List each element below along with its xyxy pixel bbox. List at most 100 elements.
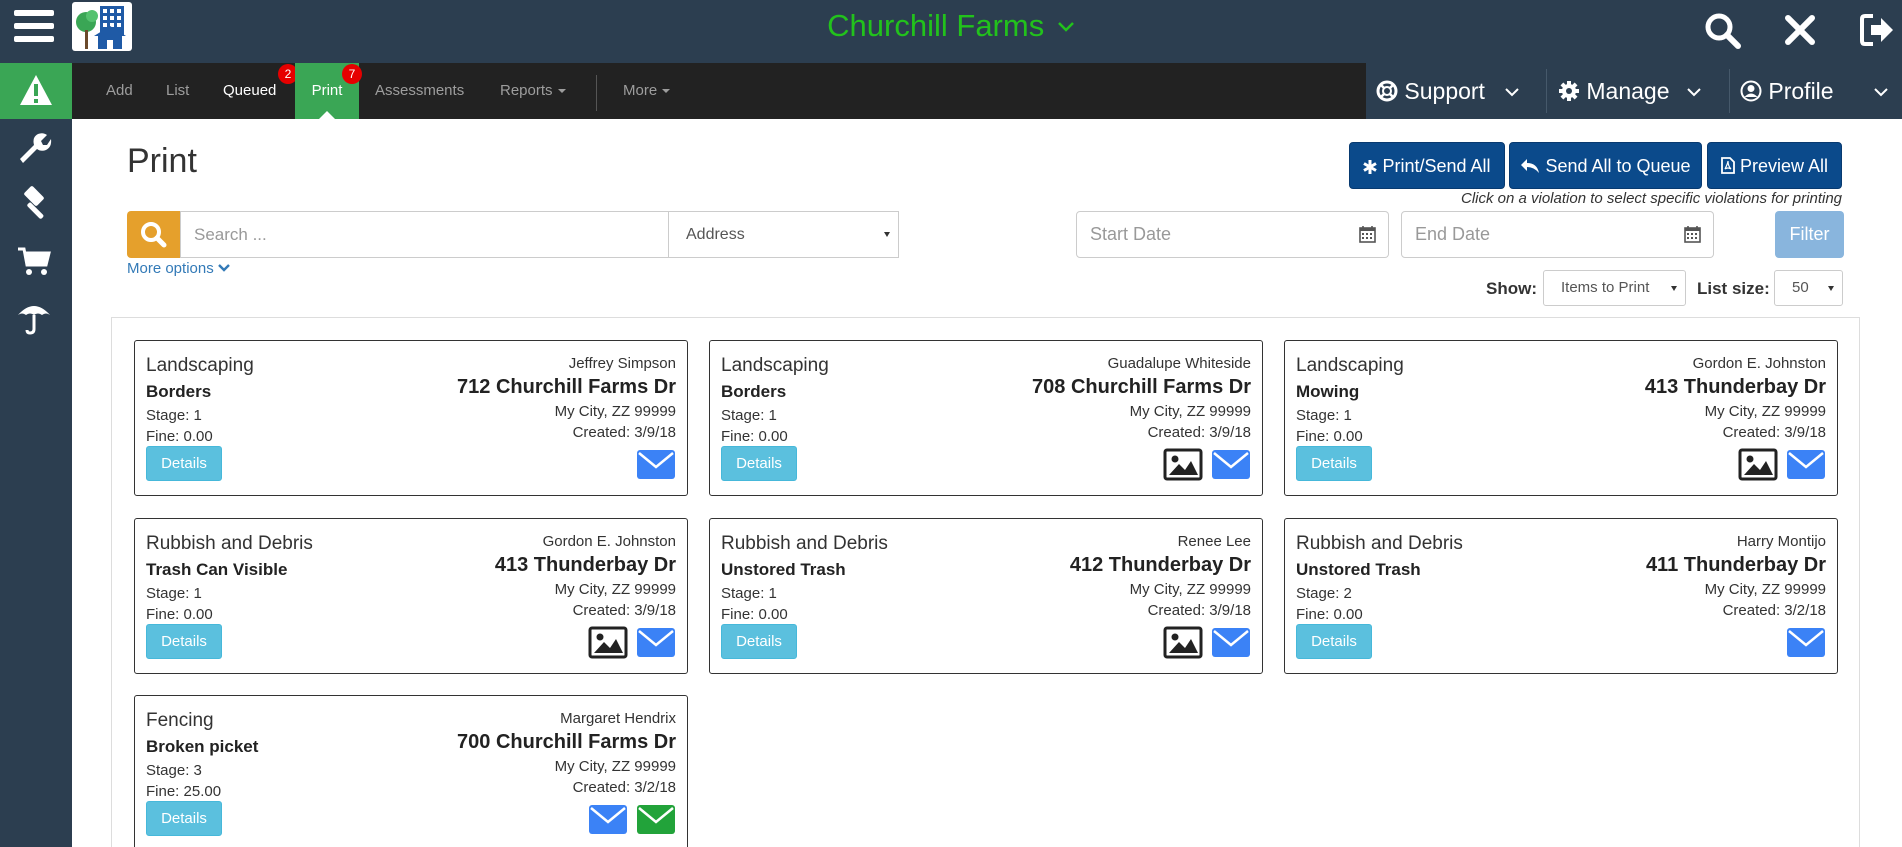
owner-name: Gordon E. Johnston [1692,355,1826,372]
image-icon[interactable] [1738,447,1778,482]
nav-more-label: More [623,82,658,99]
page-title: Print [127,142,197,180]
property-city: My City, ZZ 99999 [1129,403,1251,420]
nav-separator [1546,69,1547,113]
email-icon[interactable] [1786,447,1826,482]
top-bar: Churchill Farms [0,0,1902,63]
violation-type: Borders [146,382,212,401]
violation-stage: Stage: 1 [146,407,202,424]
email-icon[interactable] [636,625,676,660]
chevron-down-icon [218,264,230,272]
details-button[interactable]: Details [146,801,222,836]
email-icon[interactable] [588,802,628,837]
profile-menu[interactable]: Profile [1740,63,1834,119]
end-date-input[interactable] [1401,211,1671,258]
violation-fine: Fine: 0.00 [146,606,213,623]
sidebar [0,63,72,847]
search-button[interactable] [127,211,180,258]
violation-type: Mowing [1296,382,1360,401]
sidebar-item-violations[interactable] [0,63,72,119]
nav-separator [1729,69,1730,113]
nav-reports[interactable]: Reports [500,63,566,119]
community-name: Churchill Farms [827,8,1045,43]
details-button[interactable]: Details [146,446,222,481]
list-size-select[interactable]: 50 [1774,270,1843,306]
card-actions [636,447,676,482]
filter-button[interactable]: Filter [1775,211,1844,258]
email-icon[interactable] [636,447,676,482]
violation-fine: Fine: 0.00 [1296,606,1363,623]
nav-list[interactable]: List [166,63,189,119]
gavel-icon[interactable] [16,185,52,221]
print-send-all-button[interactable]: Print/Send All [1349,142,1505,189]
details-button[interactable]: Details [721,446,797,481]
chevron-down-icon[interactable] [1873,84,1889,100]
community-selector[interactable]: Churchill Farms [827,8,1075,43]
owner-name: Guadalupe Whiteside [1107,355,1251,372]
wrench-icon[interactable] [16,129,52,165]
hamburger-menu-icon[interactable] [14,10,54,50]
email-green-icon[interactable] [636,802,676,837]
violation-card[interactable]: Landscaping Borders Stage: 1 Fine: 0.00 Jeff… [134,340,688,496]
calendar-icon [1359,226,1376,243]
property-address: 413 Thunderbay Dr [1644,376,1826,398]
violation-category: Landscaping [721,355,829,376]
details-button[interactable]: Details [1296,624,1372,659]
nav-queued[interactable]: Queued [223,63,276,119]
image-icon[interactable] [1163,625,1203,660]
violation-card[interactable]: Rubbish and Debris Unstored Trash Stage: 2… [1284,518,1838,674]
nav-add[interactable]: Add [106,63,133,119]
violation-category: Rubbish and Debris [146,533,313,554]
logo[interactable] [72,2,132,51]
search-input[interactable] [180,211,669,258]
end-date-calendar-button[interactable] [1670,211,1714,258]
violation-stage: Stage: 3 [146,762,202,779]
manage-menu[interactable]: Manage [1558,63,1670,119]
cart-icon[interactable] [16,243,52,279]
violation-card[interactable]: Landscaping Borders Stage: 1 Fine: 0.00 Guad… [709,340,1263,496]
nav-reports-label: Reports [500,82,553,99]
list-size-label: List size: [1697,279,1770,298]
chevron-down-icon[interactable] [1686,84,1702,100]
email-icon[interactable] [1211,625,1251,660]
preview-all-button[interactable]: Preview All [1707,142,1842,189]
image-icon[interactable] [588,625,628,660]
details-button[interactable]: Details [146,624,222,659]
violation-card[interactable]: Landscaping Mowing Stage: 1 Fine: 0.00 Gordo… [1284,340,1838,496]
show-label: Show: [1486,279,1537,298]
image-icon[interactable] [1163,447,1203,482]
support-menu[interactable]: Support [1376,63,1485,119]
start-date-input[interactable] [1076,211,1346,258]
print-count-badge: 7 [342,64,362,84]
more-options-link[interactable]: More options [127,260,230,277]
violation-type: Broken picket [146,737,259,756]
chevron-down-icon[interactable] [1504,84,1520,100]
close-icon[interactable] [1780,10,1820,50]
card-actions [588,625,676,660]
reply-all-icon [1521,159,1540,173]
search-icon[interactable] [1702,10,1742,50]
show-select[interactable]: Items to Print [1543,270,1686,306]
search-field-select[interactable]: Address [668,211,899,258]
email-icon[interactable] [1211,447,1251,482]
details-button[interactable]: Details [721,624,797,659]
start-date-calendar-button[interactable] [1345,211,1389,258]
violation-card[interactable]: Rubbish and Debris Unstored Trash Stage: 1… [709,518,1263,674]
violation-type: Unstored Trash [721,560,846,579]
violation-card[interactable]: Fencing Broken picket Stage: 3 Fine: 25.00 M… [134,695,688,847]
right-navigation: Support Manage Profile [1366,63,1902,119]
nav-more[interactable]: More [623,63,671,119]
umbrella-icon[interactable] [16,299,52,335]
violation-category: Fencing [146,710,214,731]
nav-queued-label: Queued [223,82,277,99]
property-city: My City, ZZ 99999 [1129,581,1251,598]
send-all-to-queue-button[interactable]: Send All to Queue [1509,142,1702,189]
nav-assessments[interactable]: Assessments [375,63,464,119]
created-date: Created: 3/2/18 [572,779,676,796]
violation-card[interactable]: Rubbish and Debris Trash Can Visible Stage… [134,518,688,674]
violation-fine: Fine: 0.00 [721,606,788,623]
logout-icon[interactable] [1857,10,1897,50]
email-icon[interactable] [1786,625,1826,660]
details-button[interactable]: Details [1296,446,1372,481]
property-address: 712 Churchill Farms Dr [457,376,676,398]
